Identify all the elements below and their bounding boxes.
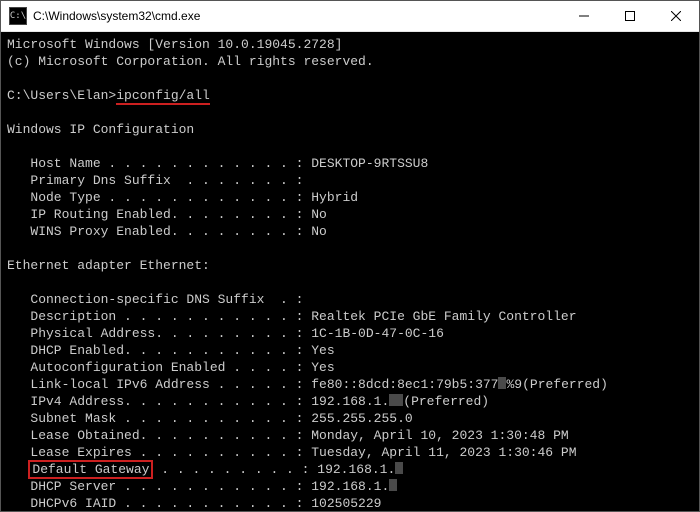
typed-command: ipconfig/all xyxy=(116,88,210,105)
titlebar-left: C:\ C:\Windows\system32\cmd.exe xyxy=(1,7,200,25)
banner-line-1: Microsoft Windows [Version 10.0.19045.27… xyxy=(7,37,342,52)
close-button[interactable] xyxy=(653,1,699,31)
lease-obtained-label: Lease Obtained. . . . . . . . . . : xyxy=(7,428,311,443)
window-controls xyxy=(561,1,699,31)
ip-routing-value: No xyxy=(311,207,327,222)
cmd-window: C:\ C:\Windows\system32\cmd.exe Microsof… xyxy=(0,0,700,512)
node-type-label: Node Type . . . . . . . . . . . . : xyxy=(7,190,311,205)
dhcp-server-label: DHCP Server . . . . . . . . . . . : xyxy=(7,479,311,494)
subnet-label: Subnet Mask . . . . . . . . . . . : xyxy=(7,411,311,426)
censor-block xyxy=(395,462,403,474)
section-heading: Windows IP Configuration xyxy=(7,122,194,137)
default-gateway-label: Default Gateway xyxy=(28,460,153,479)
terminal-output[interactable]: Microsoft Windows [Version 10.0.19045.27… xyxy=(1,32,699,511)
ipv6-value-a: fe80::8dcd:8ec1:79b5:377 xyxy=(311,377,498,392)
maximize-button[interactable] xyxy=(607,1,653,31)
dhcp-server-value: 192.168.1. xyxy=(311,479,389,494)
lease-expires-label: Lease Expires . . . . . . . . . . : xyxy=(7,445,311,460)
autoconfig-value: Yes xyxy=(311,360,334,375)
ipv6-label: Link-local IPv6 Address . . . . . : xyxy=(7,377,311,392)
prompt-prefix: C:\Users\Elan> xyxy=(7,88,116,103)
dhcp-enabled-value: Yes xyxy=(311,343,334,358)
ipv4-label: IPv4 Address. . . . . . . . . . . : xyxy=(7,394,311,409)
ipv4-value-b: (Preferred) xyxy=(403,394,489,409)
subnet-value: 255.255.255.0 xyxy=(311,411,412,426)
wins-proxy-value: No xyxy=(311,224,327,239)
physical-address-value: 1C-1B-0D-47-0C-16 xyxy=(311,326,444,341)
lease-obtained-value: Monday, April 10, 2023 1:30:48 PM xyxy=(311,428,568,443)
description-label: Description . . . . . . . . . . . : xyxy=(7,309,311,324)
gateway-dots: . . . . . . . . . : xyxy=(153,462,317,477)
autoconfig-label: Autoconfiguration Enabled . . . . : xyxy=(7,360,311,375)
section-heading: Ethernet adapter Ethernet: xyxy=(7,258,210,273)
banner-line-2: (c) Microsoft Corporation. All rights re… xyxy=(7,54,374,69)
window-title: C:\Windows\system32\cmd.exe xyxy=(33,9,200,23)
ipv4-value-a: 192.168.1. xyxy=(311,394,389,409)
conn-dns-suffix: Connection-specific DNS Suffix . : xyxy=(7,292,303,307)
cmd-icon: C:\ xyxy=(9,7,27,25)
gateway-value: 192.168.1. xyxy=(317,462,395,477)
minimize-button[interactable] xyxy=(561,1,607,31)
dhcpv6-iaid-label: DHCPv6 IAID . . . . . . . . . . . : xyxy=(7,496,311,511)
dhcp-enabled-label: DHCP Enabled. . . . . . . . . . . : xyxy=(7,343,311,358)
censor-block xyxy=(389,394,403,406)
wins-proxy-label: WINS Proxy Enabled. . . . . . . . : xyxy=(7,224,311,239)
physical-address-label: Physical Address. . . . . . . . . : xyxy=(7,326,311,341)
ip-routing-label: IP Routing Enabled. . . . . . . . : xyxy=(7,207,311,222)
dhcpv6-iaid-value: 102505229 xyxy=(311,496,381,511)
ipv6-value-b: %9(Preferred) xyxy=(506,377,607,392)
host-name-value: DESKTOP-9RTSSU8 xyxy=(311,156,428,171)
titlebar[interactable]: C:\ C:\Windows\system32\cmd.exe xyxy=(1,1,699,32)
primary-dns-suffix: Primary Dns Suffix . . . . . . . : xyxy=(7,173,303,188)
host-name-label: Host Name . . . . . . . . . . . . : xyxy=(7,156,311,171)
description-value: Realtek PCIe GbE Family Controller xyxy=(311,309,576,324)
node-type-value: Hybrid xyxy=(311,190,358,205)
lease-expires-value: Tuesday, April 11, 2023 1:30:46 PM xyxy=(311,445,576,460)
censor-block xyxy=(389,479,397,491)
